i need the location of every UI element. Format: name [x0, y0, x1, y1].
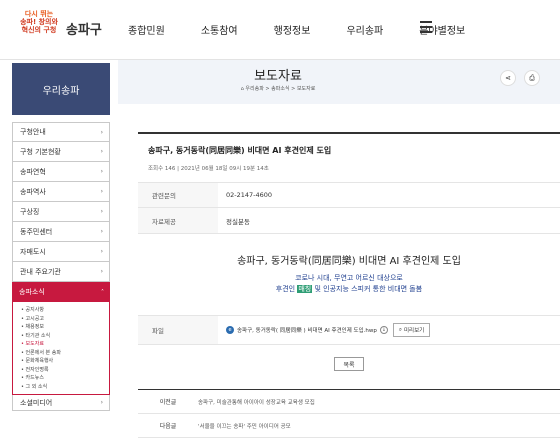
divider	[138, 132, 560, 134]
body-heading: 송파구, 동거동락(同居同樂) 비대면 AI 후견인제 도입	[237, 256, 461, 267]
info-label: 관련문의	[138, 183, 218, 207]
article: 송파구, 동거동락(同居同樂) 비대면 AI 후견인제 도입 조회수 146 |…	[138, 132, 560, 438]
sidebar-item[interactable]: 동주민센터 ›	[12, 222, 110, 242]
chevron-right-icon: ›	[100, 188, 103, 195]
sidebar-item-label: 관내 주요기관	[20, 267, 61, 276]
attachment-link[interactable]: 송파구, 동거동락( 同居同樂 ) 비대면 AI 후견인제 도입.hwp	[237, 326, 377, 334]
chevron-right-icon: ›	[100, 168, 103, 175]
submenu-item[interactable]: • 고시공고	[21, 315, 109, 324]
info-label: 자료제공	[138, 208, 218, 233]
gnb-item-songpa[interactable]: 우리송파	[346, 22, 383, 38]
slogan-line: 송파! 창의와	[20, 18, 58, 26]
magnifier-icon: ⌕	[398, 326, 402, 333]
attachment-row: 파일 e 송파구, 동거동락( 同居同樂 ) 비대면 AI 후견인제 도입.hw…	[138, 315, 560, 345]
page-title: 보도자료	[254, 69, 302, 84]
list-button[interactable]: 목록	[334, 357, 364, 371]
sidebar-item-label: 자매도시	[20, 247, 46, 256]
article-title: 송파구, 동거동락(同居同樂) 비대면 AI 후견인제 도입	[148, 146, 332, 155]
sidebar-item[interactable]: 구상징 ›	[12, 202, 110, 222]
sidebar-item[interactable]: 송파연혁 ›	[12, 162, 110, 182]
prev-label: 이전글	[159, 399, 177, 406]
chevron-right-icon: ›	[100, 228, 103, 235]
breadcrumb[interactable]: ⌂ 우리송파 > 송파소식 > 보도자료	[118, 85, 438, 92]
global-nav: 종합민원 소통참여 행정정보 우리송파 분야별정보	[128, 22, 501, 38]
submenu-item[interactable]: • 전자인명록	[21, 366, 109, 375]
logo-slogan: 다시 뛰는 송파! 창의와 혁신의 구청	[10, 10, 68, 34]
submenu-item-active[interactable]: • 보도자료	[21, 340, 109, 349]
info-row: 자료제공 정실분동	[138, 208, 560, 234]
print-icon[interactable]: ⎙	[524, 70, 540, 86]
chevron-right-icon: ›	[100, 148, 103, 155]
next-row[interactable]: 다음글 '서울을 이끄는 송파' 주민 아이디어 공모	[138, 414, 560, 438]
hwp-file-icon: e	[226, 326, 234, 334]
sidebar-item-active[interactable]: 송파소식 ˄	[12, 282, 110, 302]
chevron-right-icon: ›	[100, 128, 103, 136]
chevron-up-icon: ˄	[101, 288, 104, 296]
body-subheading: 코로나 시대, 무연고 어르신 대상으로 후견인 매칭 및 인공지능 스피커 통…	[275, 274, 423, 293]
submenu-item[interactable]: • 언론에서 본 송파	[21, 349, 109, 358]
sidebar-item-label: 동주민센터	[20, 227, 53, 236]
preview-button[interactable]: ⌕ 미리보기	[392, 323, 431, 337]
sidebar-item-label: 소셜미디어	[20, 398, 53, 407]
slogan-line: 다시 뛰는	[24, 10, 54, 18]
prev-row[interactable]: 이전글 송파구, 미술관통해 아이아이 성장교육 교육생 모집	[138, 390, 560, 414]
submenu-item[interactable]: • 채용정보	[21, 323, 109, 332]
sidebar-item[interactable]: 구청 기본현황 ›	[12, 142, 110, 162]
sidebar-item-label: 구상징	[20, 207, 40, 216]
hamburger-menu-icon[interactable]	[420, 21, 434, 35]
chevron-right-icon: ›	[100, 268, 103, 275]
page-banner: 보도자료 ⌂ 우리송파 > 송파소식 > 보도자료 ⋖ ⎙	[118, 60, 560, 104]
chevron-right-icon: ›	[100, 399, 103, 406]
gnb-item-participation[interactable]: 소통참여	[201, 22, 238, 38]
download-icon[interactable]: ↓	[379, 326, 388, 334]
sidebar-item-label: 송파소식	[19, 288, 45, 296]
submenu-item[interactable]: • 타기관 소식	[21, 332, 109, 341]
submenu-item[interactable]: • 카드뉴스	[21, 374, 109, 383]
sidebar-item[interactable]: 송파역사 ›	[12, 182, 110, 202]
submenu-item[interactable]: • 문화체육행사	[21, 357, 109, 366]
info-row: 관련문의 02-2147-4600	[138, 182, 560, 208]
next-link[interactable]: '서울을 이끄는 송파' 주민 아이디어 공모	[198, 422, 291, 430]
submenu-item[interactable]: • 그 외 소식	[21, 383, 109, 392]
sidebar-item-label: 구청안내	[20, 128, 46, 136]
site-header: 다시 뛰는 송파! 창의와 혁신의 구청 송파구 종합민원 소통참여 행정정보 …	[0, 0, 560, 60]
next-label: 다음글	[159, 423, 177, 430]
site-name: 송파구	[66, 23, 102, 38]
sidebar-submenu: • 공지사항 • 고시공고 • 채용정보 • 타기관 소식 • 보도자료 • 언…	[12, 302, 110, 395]
sidebar: 구청안내 › 구청 기본현황 › 송파연혁 › 송파역사 › 구상징 › 동주민센터 › 자…	[12, 122, 110, 411]
sidebar-item[interactable]: 자매도시 ›	[12, 242, 110, 262]
sidebar-item[interactable]: 구청안내 ›	[12, 122, 110, 142]
info-value: 02-2147-4600	[226, 191, 273, 199]
gnb-item-civil[interactable]: 종합민원	[128, 22, 165, 38]
gnb-item-admin[interactable]: 행정정보	[274, 22, 311, 38]
submenu-item[interactable]: • 공지사항	[21, 306, 109, 315]
sidebar-item-label: 구청 기본현황	[20, 147, 61, 156]
article-meta: 조회수 146 | 2021년 06월 18일 09시 19분 14초	[148, 166, 269, 172]
sidebar-item[interactable]: 관내 주요기관 ›	[12, 262, 110, 282]
file-label: 파일	[138, 316, 218, 344]
share-icon[interactable]: ⋖	[500, 70, 516, 86]
chevron-right-icon: ›	[100, 208, 103, 215]
sidebar-item-label: 송파연혁	[20, 167, 46, 176]
sidebar-item[interactable]: 소셜미디어 ›	[12, 395, 110, 411]
sidebar-item-label: 송파역사	[20, 187, 46, 196]
slogan-line: 혁신의 구청	[21, 26, 57, 34]
prev-link[interactable]: 송파구, 미술관통해 아이아이 성장교육 교육생 모집	[198, 398, 315, 406]
songpa-logo[interactable]: 다시 뛰는 송파! 창의와 혁신의 구청 송파구	[6, 8, 126, 48]
prev-next-nav: 이전글 송파구, 미술관통해 아이아이 성장교육 교육생 모집 다음글 '서울을…	[138, 389, 560, 438]
chevron-right-icon: ›	[100, 248, 103, 255]
sidebar-title: 우리송파	[12, 63, 110, 115]
info-value: 정실분동	[226, 217, 250, 226]
